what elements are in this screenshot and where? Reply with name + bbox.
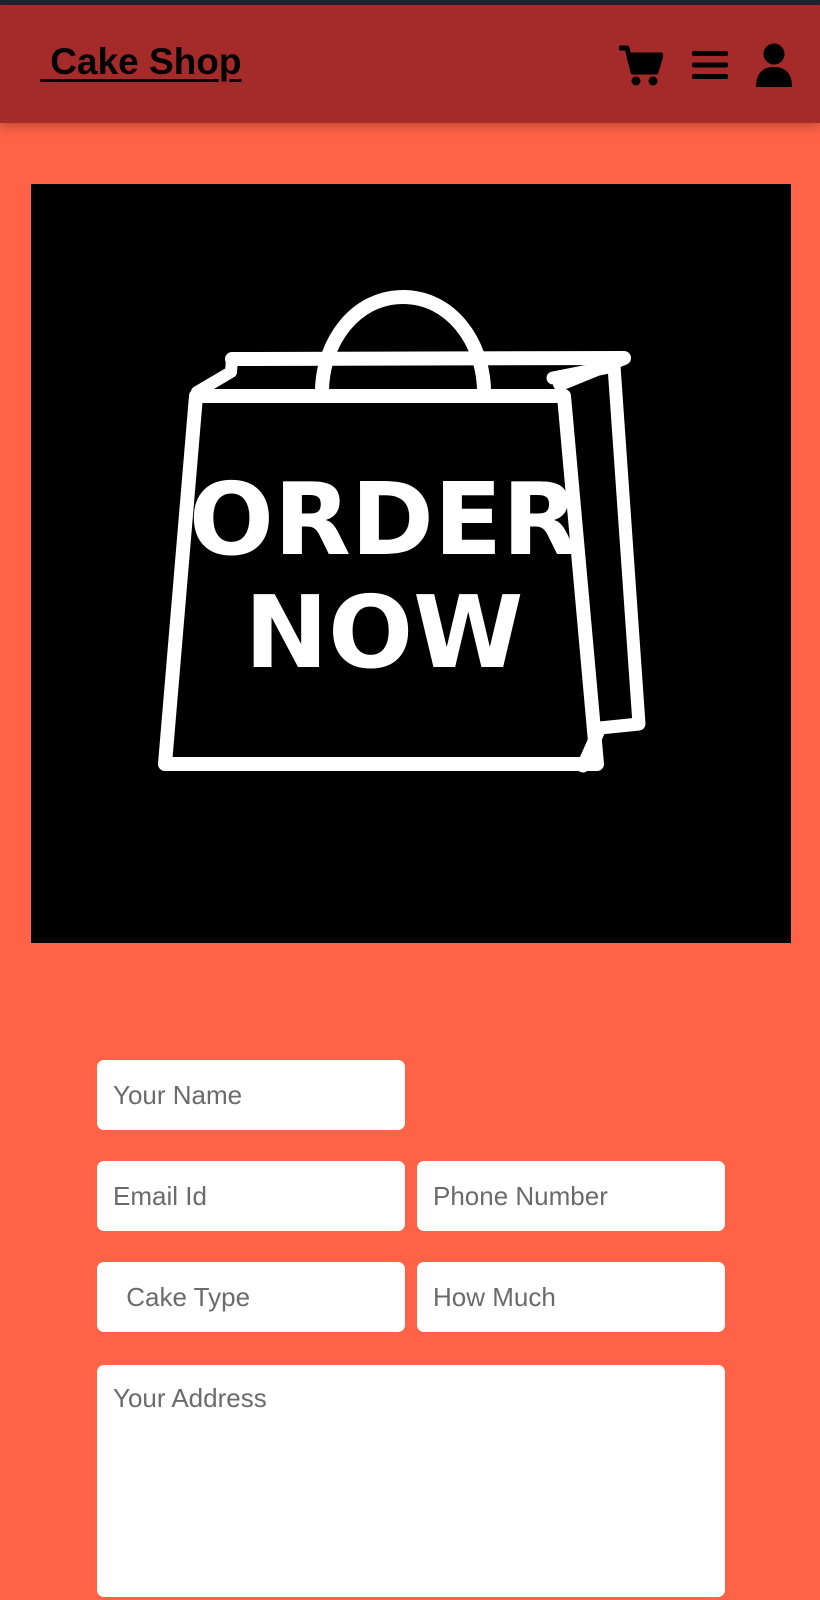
your-name-input[interactable] bbox=[97, 1060, 405, 1130]
order-now-banner: ORDER NOW bbox=[31, 184, 791, 943]
order-text: ORDER bbox=[189, 461, 579, 578]
site-header: Cake Shop bbox=[0, 5, 820, 123]
cake-type-input[interactable] bbox=[97, 1262, 405, 1332]
cart-icon[interactable] bbox=[617, 45, 664, 87]
brand-link[interactable]: Cake Shop bbox=[40, 43, 241, 80]
phone-number-input[interactable] bbox=[417, 1161, 725, 1231]
now-text: NOW bbox=[244, 574, 523, 691]
user-icon[interactable] bbox=[755, 43, 793, 87]
email-id-input[interactable] bbox=[97, 1161, 405, 1231]
how-much-input[interactable] bbox=[417, 1262, 725, 1332]
menu-icon[interactable] bbox=[692, 49, 728, 81]
your-address-textarea[interactable] bbox=[97, 1365, 725, 1597]
